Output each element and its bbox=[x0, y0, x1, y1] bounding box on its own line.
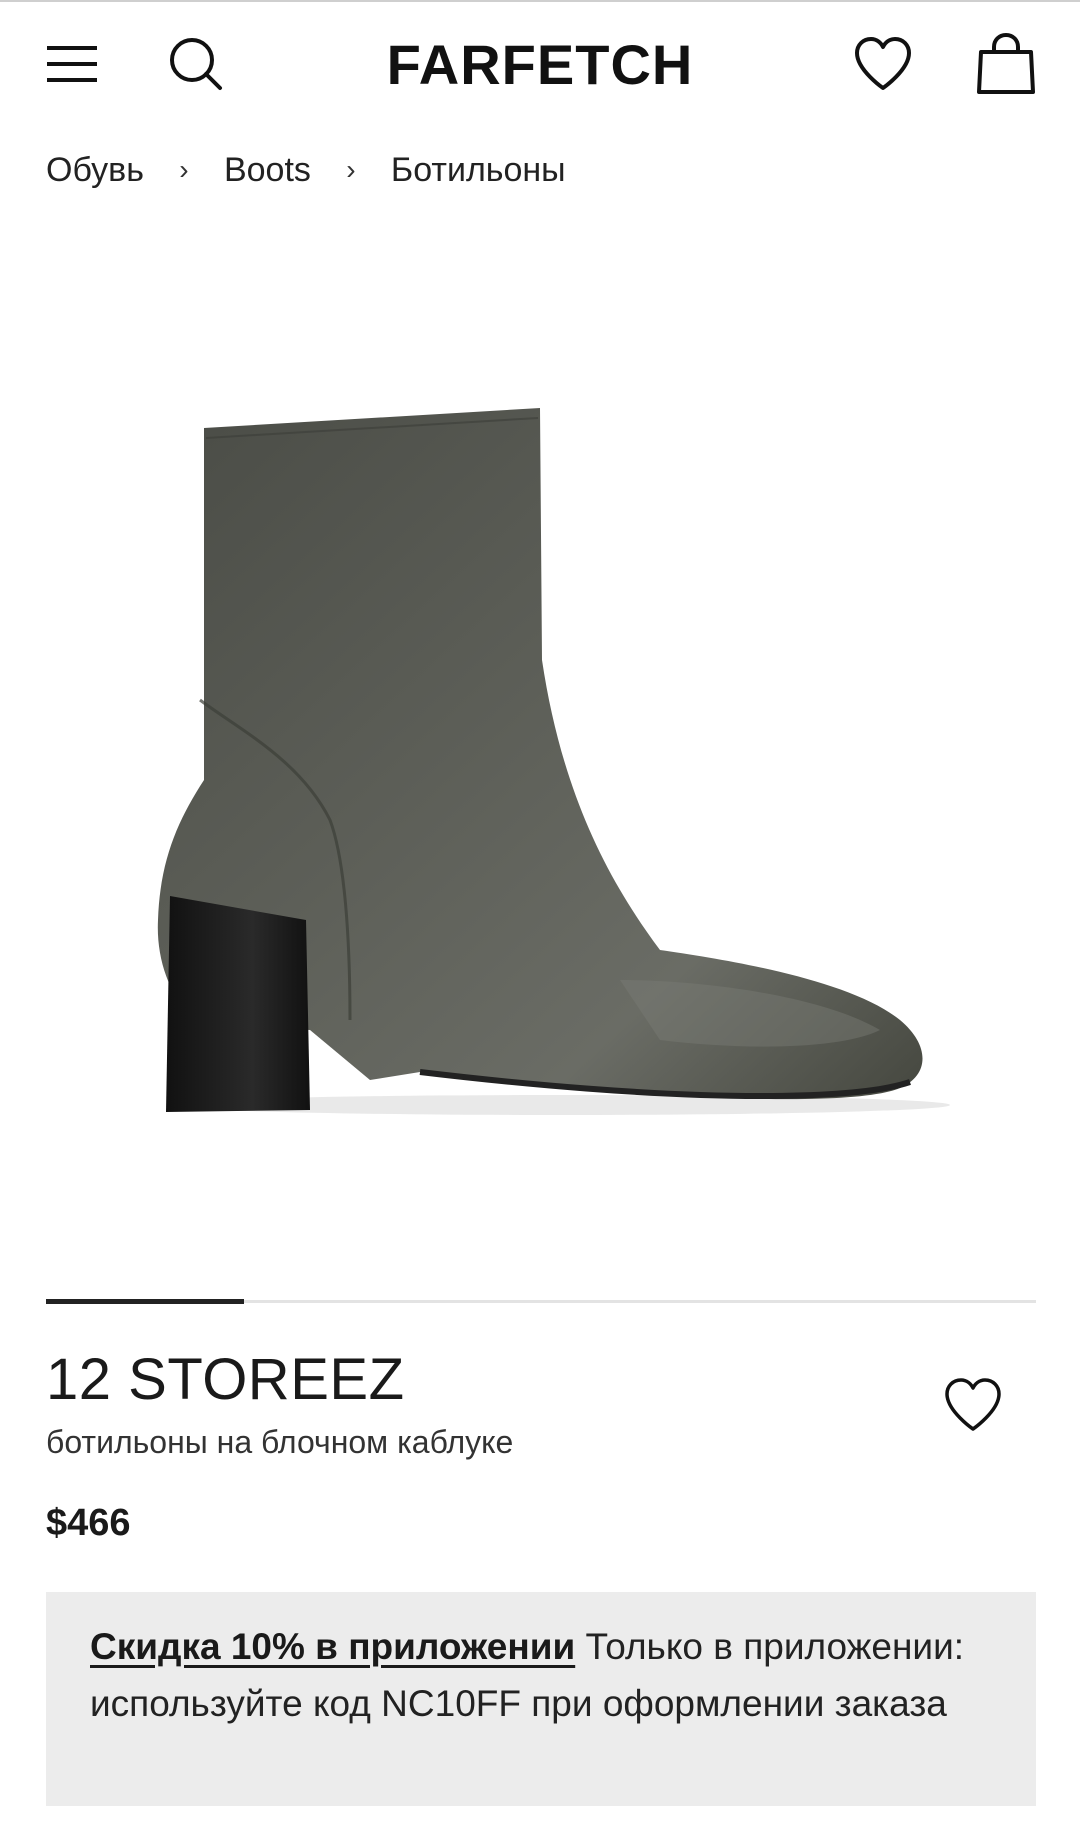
product-image[interactable] bbox=[0, 260, 1080, 1270]
heart-icon bbox=[855, 37, 911, 90]
add-to-wishlist-button[interactable] bbox=[934, 1366, 1012, 1444]
product-brand[interactable]: 12 STOREEZ bbox=[46, 1346, 405, 1413]
breadcrumb: Обувь › Boots › Ботильоны bbox=[46, 148, 566, 192]
product-name: ботильоны на блочном каблуке bbox=[46, 1424, 514, 1460]
product-price: $466 bbox=[46, 1502, 131, 1544]
promo-link[interactable]: Скидка 10% в приложении bbox=[90, 1626, 575, 1667]
breadcrumb-item-boots[interactable]: Boots bbox=[224, 151, 311, 190]
carousel-progress bbox=[46, 1299, 1036, 1304]
shopping-bag-button[interactable] bbox=[970, 28, 1042, 100]
breadcrumb-item-ankle-boots[interactable]: Ботильоны bbox=[391, 151, 566, 190]
ankle-boot-image bbox=[157, 408, 950, 1115]
promo-banner: Скидка 10% в приложении Только в приложе… bbox=[46, 1592, 1036, 1806]
carousel-progress-fill bbox=[46, 1299, 244, 1304]
site-header: FARFETCH bbox=[0, 2, 1080, 126]
bag-icon bbox=[977, 32, 1035, 94]
breadcrumb-separator: › bbox=[179, 154, 189, 185]
breadcrumb-separator: › bbox=[346, 154, 356, 185]
heart-icon bbox=[945, 1378, 1001, 1431]
breadcrumb-item-shoes[interactable]: Обувь bbox=[46, 151, 144, 190]
wishlist-button[interactable] bbox=[847, 28, 919, 100]
